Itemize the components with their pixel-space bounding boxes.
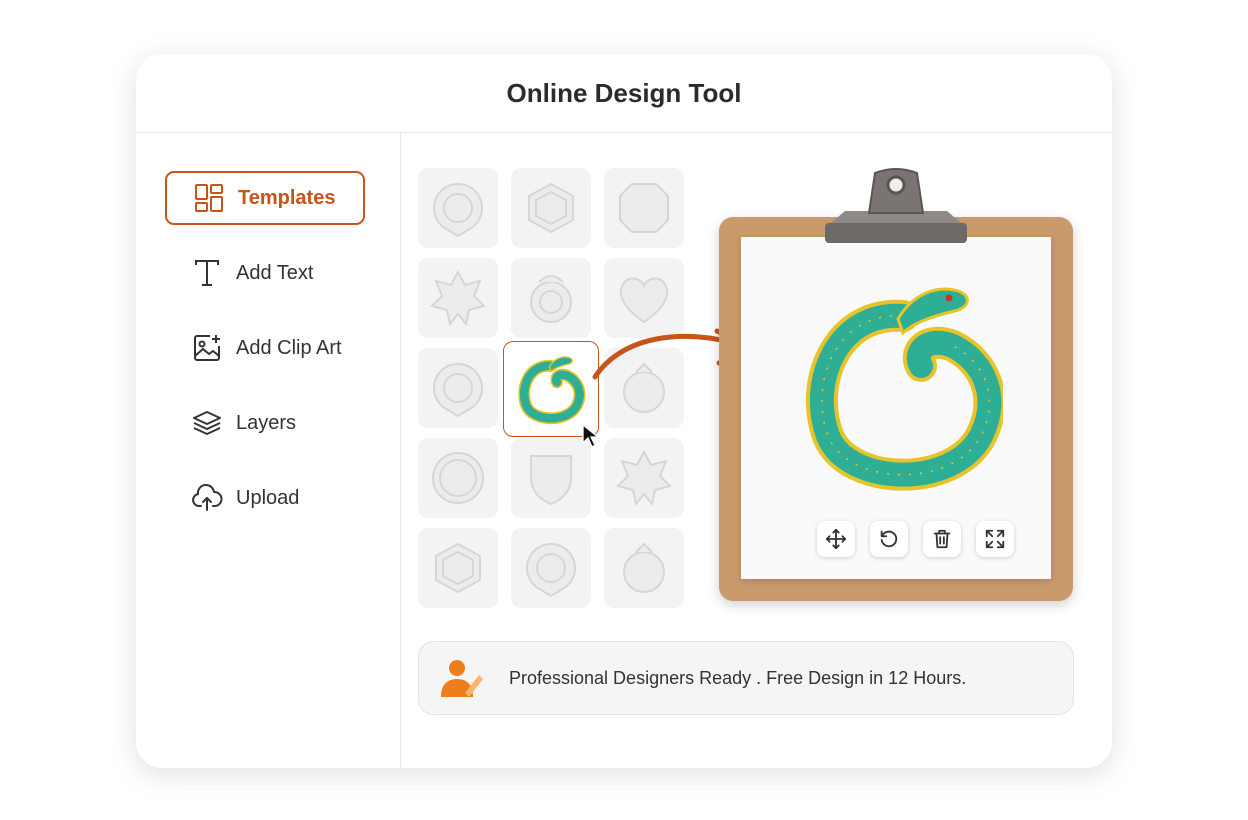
template-tile[interactable] xyxy=(418,438,498,518)
snake-design[interactable] xyxy=(803,271,1003,501)
circle-icon xyxy=(432,452,484,504)
sidebar-item-label: Layers xyxy=(236,411,297,434)
template-tile[interactable] xyxy=(604,438,684,518)
star-8-icon xyxy=(616,449,672,507)
design-tool-card: Online Design Tool Templates Add Text Ad… xyxy=(136,54,1112,768)
star-8-icon xyxy=(430,269,486,327)
sidebar-item-label: Upload xyxy=(236,486,300,509)
designers-banner: Professional Designers Ready . Free Desi… xyxy=(418,641,1074,715)
template-tile[interactable] xyxy=(511,528,591,608)
template-tile[interactable] xyxy=(604,528,684,608)
delete-button[interactable] xyxy=(923,521,961,557)
move-icon xyxy=(825,528,847,550)
crest-icon xyxy=(530,275,572,323)
sidebar-item-label: Add Text xyxy=(236,261,314,284)
image-add-icon xyxy=(189,330,225,366)
template-tile[interactable] xyxy=(511,168,591,248)
cursor-icon xyxy=(582,423,600,448)
clip-icon xyxy=(825,168,967,243)
design-canvas[interactable] xyxy=(741,237,1051,579)
template-tile[interactable] xyxy=(418,348,498,428)
sidebar-item-label: Templates xyxy=(238,186,336,209)
shield-octagon-icon xyxy=(619,183,669,233)
header: Online Design Tool xyxy=(136,54,1112,133)
rounded-crest-icon xyxy=(623,542,665,593)
snake-template-icon xyxy=(518,356,586,425)
template-tile[interactable] xyxy=(604,168,684,248)
fullscreen-icon xyxy=(985,529,1005,549)
fullscreen-button[interactable] xyxy=(976,521,1014,557)
hexagon-icon xyxy=(435,542,481,594)
sidebar-item-upload[interactable]: Upload xyxy=(165,471,365,525)
trash-icon xyxy=(933,529,951,549)
cloud-upload-icon xyxy=(189,480,225,516)
sidebar-item-add-text[interactable]: Add Text xyxy=(165,246,365,300)
rotate-icon xyxy=(880,530,898,548)
move-button[interactable] xyxy=(817,521,855,557)
shield-icon xyxy=(530,455,572,506)
clipboard xyxy=(719,168,1073,601)
workspace: Professional Designers Ready . Free Desi… xyxy=(401,133,1112,768)
page-title: Online Design Tool xyxy=(506,77,742,108)
designer-icon xyxy=(441,660,483,697)
ring-emblem-icon xyxy=(433,363,483,418)
template-tile[interactable] xyxy=(511,258,591,338)
sidebar-item-templates[interactable]: Templates xyxy=(165,171,365,225)
banner-text: Professional Designers Ready . Free Desi… xyxy=(509,667,967,688)
ring-emblem-icon xyxy=(433,183,483,238)
sidebar: Templates Add Text Add Clip Art Layers U… xyxy=(136,133,401,768)
template-tile[interactable] xyxy=(418,528,498,608)
grid-icon xyxy=(191,180,227,216)
template-tile[interactable] xyxy=(418,168,498,248)
sidebar-item-label: Add Clip Art xyxy=(236,336,342,359)
ring-emblem-icon xyxy=(526,543,576,598)
text-icon xyxy=(189,255,225,291)
template-tile[interactable] xyxy=(418,258,498,338)
rotate-button[interactable] xyxy=(870,521,908,557)
hexagon-icon xyxy=(528,182,574,234)
template-tile[interactable] xyxy=(511,438,591,518)
sidebar-item-layers[interactable]: Layers xyxy=(165,396,365,450)
sidebar-item-add-clip-art[interactable]: Add Clip Art xyxy=(165,321,365,375)
layers-icon xyxy=(189,405,225,441)
